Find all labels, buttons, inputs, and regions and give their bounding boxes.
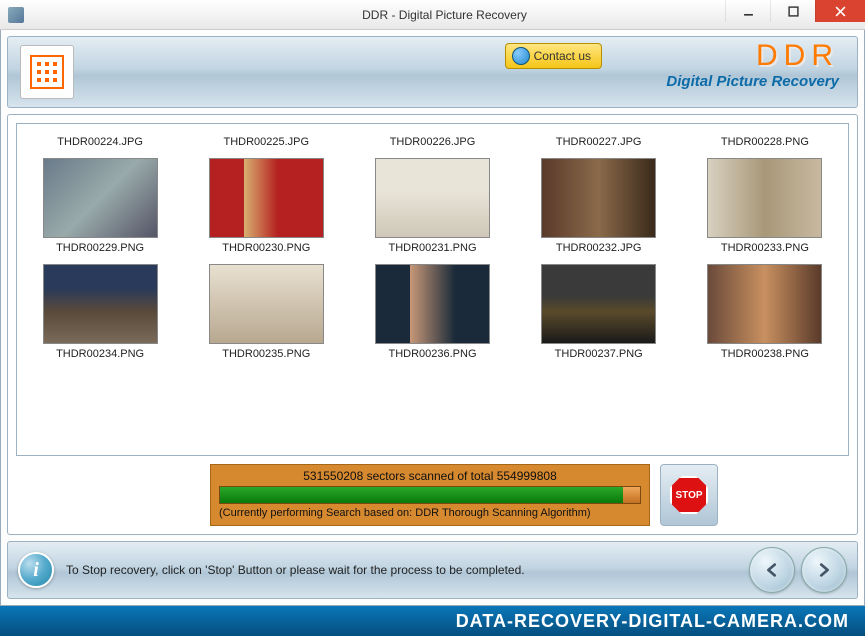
thumbnail-filename: THDR00232.JPG <box>520 242 678 254</box>
thumbnail-item[interactable]: THDR00238.PNG <box>684 260 846 364</box>
thumbnail-filename: THDR00227.JPG <box>520 136 678 148</box>
contact-avatar-icon <box>512 47 530 65</box>
footer-hint-text: To Stop recovery, click on 'Stop' Button… <box>66 563 743 577</box>
thumbnail-filename: THDR00234.PNG <box>21 348 179 360</box>
minimize-button[interactable] <box>725 0 770 22</box>
thumbnail-item[interactable]: THDR00234.PNG <box>19 260 181 364</box>
header-panel: Contact us DDR Digital Picture Recovery <box>7 36 858 108</box>
thumbnail-filename: THDR00233.PNG <box>686 242 844 254</box>
progress-bar <box>219 486 641 504</box>
thumbnail-item[interactable]: THDR00232.JPG <box>518 154 680 258</box>
thumbnail-item[interactable]: THDR00226.JPG <box>351 128 513 152</box>
info-icon: i <box>18 552 54 588</box>
thumbnail-item[interactable]: THDR00227.JPG <box>518 128 680 152</box>
thumbnail-image <box>375 264 490 344</box>
thumbnail-image <box>43 158 158 238</box>
brand-logo-text: DDR <box>666 41 839 71</box>
thumbnail-image <box>707 264 822 344</box>
thumbnail-item[interactable]: THDR00228.PNG <box>684 128 846 152</box>
contact-us-button[interactable]: Contact us <box>505 43 602 69</box>
thumbnail-image <box>43 264 158 344</box>
progress-fill <box>220 487 623 503</box>
thumbnail-image <box>209 158 324 238</box>
website-footer-bar: DATA-RECOVERY-DIGITAL-CAMERA.COM <box>0 606 865 636</box>
thumbnail-filename: THDR00237.PNG <box>520 348 678 360</box>
thumbnail-filename: THDR00235.PNG <box>187 348 345 360</box>
thumbnail-item[interactable]: THDR00230.PNG <box>185 154 347 258</box>
thumbnail-item[interactable]: THDR00233.PNG <box>684 154 846 258</box>
thumbnail-item[interactable]: THDR00225.JPG <box>185 128 347 152</box>
thumbnail-image <box>375 158 490 238</box>
thumbnail-filename: THDR00226.JPG <box>353 136 511 148</box>
thumbnail-image <box>707 158 822 238</box>
thumbnail-filename: THDR00238.PNG <box>686 348 844 360</box>
thumbnail-filename: THDR00231.PNG <box>353 242 511 254</box>
titlebar: DDR - Digital Picture Recovery <box>0 0 865 30</box>
thumbnail-item[interactable]: THDR00237.PNG <box>518 260 680 364</box>
back-button[interactable] <box>749 547 795 593</box>
thumbnail-scroll-area[interactable]: THDR00224.JPG THDR00225.JPG THDR00226.JPG T… <box>16 123 849 456</box>
thumbnail-item[interactable]: THDR00231.PNG <box>351 154 513 258</box>
thumbnail-grid: THDR00224.JPG THDR00225.JPG THDR00226.JPG T… <box>19 128 846 364</box>
thumbnail-filename: THDR00225.JPG <box>187 136 345 148</box>
progress-row: 531550208 sectors scanned of total 55499… <box>16 464 849 526</box>
app-icon <box>8 7 24 23</box>
main-panel: THDR00224.JPG THDR00225.JPG THDR00226.JPG T… <box>7 114 858 535</box>
window-body: Contact us DDR Digital Picture Recovery … <box>0 30 865 606</box>
brand-subtitle: Digital Picture Recovery <box>666 73 839 90</box>
contact-label: Contact us <box>534 49 591 63</box>
algorithm-text: (Currently performing Search based on: D… <box>219 507 641 519</box>
thumbnail-item[interactable]: THDR00229.PNG <box>19 154 181 258</box>
thumbnail-item[interactable]: THDR00236.PNG <box>351 260 513 364</box>
logo-icon[interactable] <box>20 45 74 99</box>
thumbnail-item[interactable]: THDR00235.PNG <box>185 260 347 364</box>
stop-button[interactable]: STOP <box>660 464 718 526</box>
thumbnail-filename: THDR00228.PNG <box>686 136 844 148</box>
website-url: DATA-RECOVERY-DIGITAL-CAMERA.COM <box>456 611 849 632</box>
thumbnail-image <box>541 264 656 344</box>
close-button[interactable] <box>815 0 865 22</box>
footer-panel: i To Stop recovery, click on 'Stop' Butt… <box>7 541 858 599</box>
stop-icon: STOP <box>670 476 708 514</box>
thumbnail-filename: THDR00236.PNG <box>353 348 511 360</box>
thumbnail-image <box>541 158 656 238</box>
thumbnail-filename: THDR00230.PNG <box>187 242 345 254</box>
thumbnail-filename: THDR00229.PNG <box>21 242 179 254</box>
progress-box: 531550208 sectors scanned of total 55499… <box>210 464 650 526</box>
thumbnail-filename: THDR00224.JPG <box>21 136 179 148</box>
window-controls <box>725 0 865 22</box>
sectors-scanned-text: 531550208 sectors scanned of total 55499… <box>219 469 641 483</box>
brand-block: DDR Digital Picture Recovery <box>666 41 839 90</box>
forward-button[interactable] <box>801 547 847 593</box>
thumbnail-item[interactable]: THDR00224.JPG <box>19 128 181 152</box>
thumbnail-image <box>209 264 324 344</box>
maximize-button[interactable] <box>770 0 815 22</box>
